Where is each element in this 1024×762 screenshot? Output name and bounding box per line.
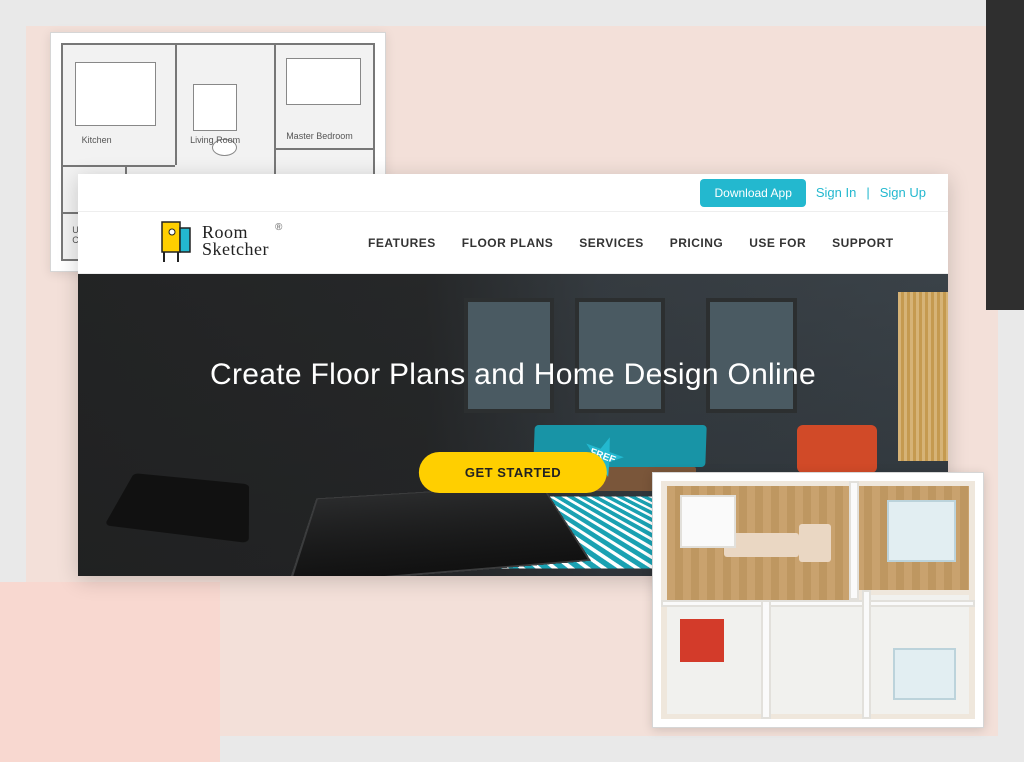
hero-laptop [288,485,591,576]
label-master: Master Bedroom [286,131,353,141]
download-app-button[interactable]: Download App [700,179,805,207]
sign-up-link[interactable]: Sign Up [880,185,926,200]
sign-in-link[interactable]: Sign In [816,185,856,200]
logo[interactable]: Room Sketcher ® [158,218,283,264]
background-lightpink-block [0,582,220,762]
topbar: Download App Sign In | Sign Up [78,174,948,212]
logo-text: Room Sketcher [202,224,269,258]
floorplan-3d-canvas [661,481,975,719]
get-started-button[interactable]: GET STARTED [419,452,607,493]
logo-icon [158,218,196,264]
nav-use-for[interactable]: USE FOR [749,236,806,250]
trademark-icon: ® [275,222,283,233]
nav-links: FEATURES FLOOR PLANS SERVICES PRICING US… [368,236,894,250]
hero-title: Create Floor Plans and Home Design Onlin… [78,358,948,392]
nav-support[interactable]: SUPPORT [832,236,894,250]
hero-tablet [104,473,249,543]
nav-floor-plans[interactable]: FLOOR PLANS [462,236,554,250]
background-dark-block [986,0,1024,310]
nav-features[interactable]: FEATURES [368,236,436,250]
nav-services[interactable]: SERVICES [579,236,643,250]
auth-separator: | [866,185,869,200]
label-living: Living Room [190,135,240,145]
floorplan-3d-card [652,472,984,728]
navbar: Room Sketcher ® FEATURES FLOOR PLANS SER… [78,212,948,274]
nav-pricing[interactable]: PRICING [670,236,724,250]
label-kitchen: Kitchen [82,135,112,145]
